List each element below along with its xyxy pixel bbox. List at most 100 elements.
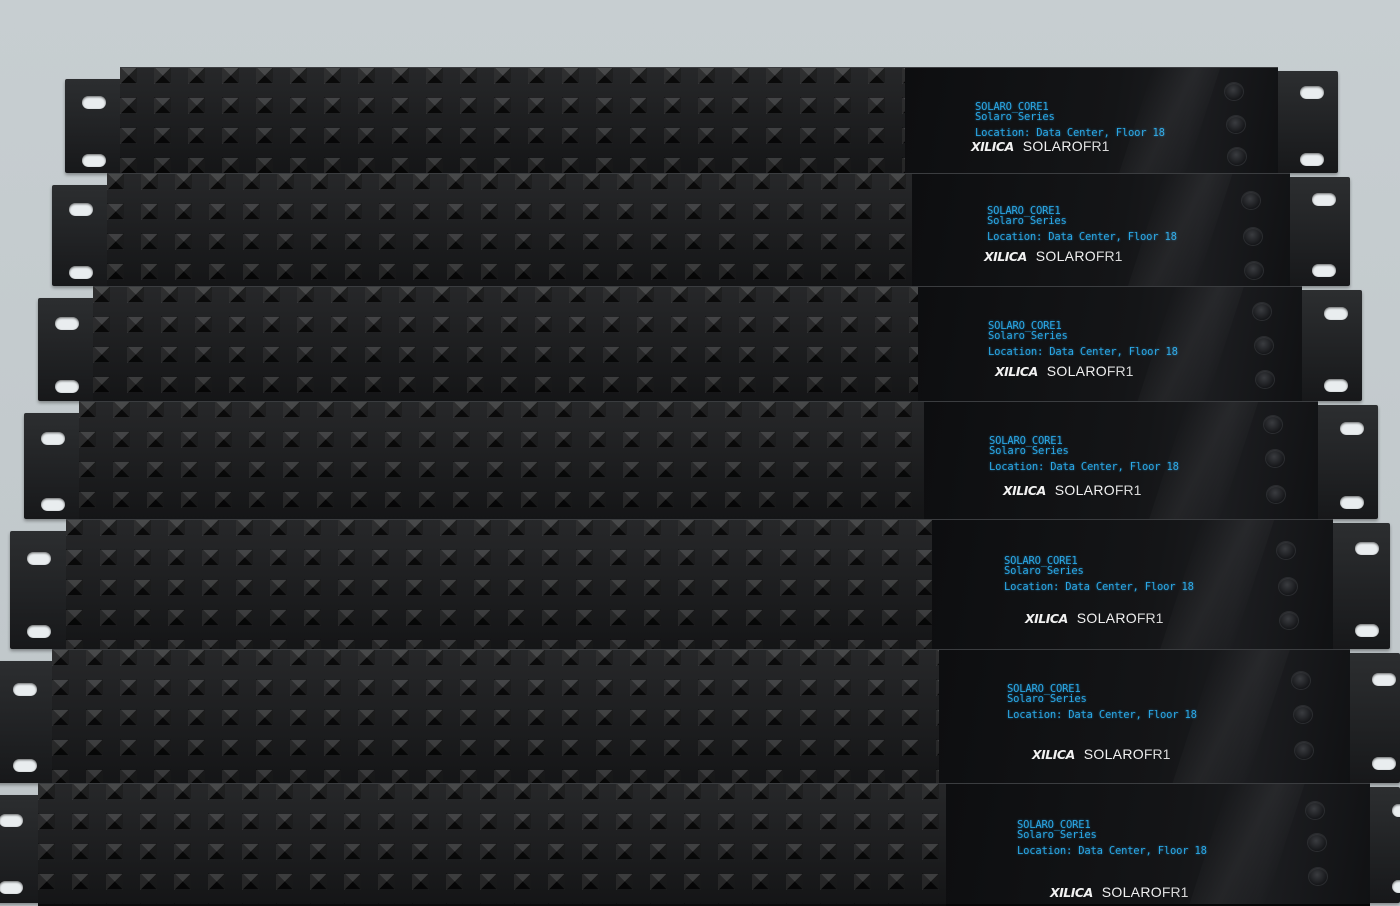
front-button-2[interactable] [1243, 228, 1262, 245]
front-button-1[interactable] [1264, 416, 1282, 433]
front-button-3[interactable] [1256, 371, 1274, 388]
device-series: Solaro Series [1017, 829, 1097, 841]
textured-faceplate [79, 401, 924, 522]
front-button-2[interactable] [1278, 578, 1297, 595]
model-name: SOLARO [1076, 610, 1137, 626]
mounting-hole-top [54, 316, 79, 330]
front-button-3[interactable] [1295, 742, 1313, 759]
brand-logo: XILICA [1003, 483, 1046, 498]
mounting-hole-top [1355, 541, 1379, 555]
model-name: SOLARO [1101, 884, 1162, 900]
device-display: SOLARO_CORE1 Solaro Series Location: Data … [987, 206, 1177, 243]
rack-ear-left [0, 661, 56, 783]
brand-row: XILICA SOLAROFR1 [971, 138, 1109, 156]
front-button-2[interactable] [1265, 450, 1284, 467]
brand-row: XILICA SOLAROFR1 [1032, 746, 1170, 764]
mounting-hole-bottom [40, 497, 65, 511]
rack-ear-right [1270, 71, 1338, 173]
device-series: Solaro Series [989, 445, 1069, 457]
rack-scene: SOLARO_CORE1 Solaro Series Location: Data … [0, 0, 1400, 906]
textured-faceplate [66, 519, 932, 652]
device-location: Location: Data Center, Floor 18 [987, 231, 1177, 243]
mounting-hole-bottom [1340, 496, 1364, 510]
front-button-1[interactable] [1277, 542, 1295, 559]
device-location: Location: Data Center, Floor 18 [988, 346, 1178, 358]
model-name: SOLARO [1022, 138, 1083, 154]
front-button-3[interactable] [1280, 612, 1298, 629]
display-panel: SOLARO_CORE1 Solaro Series Location: Data … [912, 173, 1290, 289]
textured-faceplate [93, 286, 918, 404]
mounting-hole-bottom [68, 265, 93, 279]
display-panel: SOLARO_CORE1 Solaro Series Location: Data … [918, 286, 1302, 404]
mounting-hole-top [26, 552, 51, 566]
device-display: SOLARO_CORE1 Solaro Series Location: Data … [1004, 556, 1194, 593]
rack-ear-left [38, 298, 97, 401]
mounting-hole-bottom [1300, 152, 1324, 166]
front-button-3[interactable] [1228, 148, 1246, 165]
brand-logo: XILICA [1025, 611, 1068, 626]
display-panel: SOLARO_CORE1 Solaro Series Location: Data … [905, 67, 1278, 176]
mounting-hole-bottom [1324, 378, 1348, 392]
model-name: SOLARO [1054, 482, 1115, 498]
front-button-2[interactable] [1307, 834, 1326, 851]
device-display: SOLARO_CORE1 Solaro Series Location: Data … [989, 436, 1179, 473]
textured-faceplate [38, 783, 946, 906]
front-button-3[interactable] [1309, 868, 1327, 885]
front-button-1[interactable] [1306, 802, 1324, 819]
front-button-1[interactable] [1242, 192, 1260, 209]
mounting-hole-top [40, 432, 65, 446]
display-panel: SOLARO_CORE1 Solaro Series Location: Data … [932, 519, 1333, 652]
front-button-1[interactable] [1292, 672, 1310, 689]
mounting-hole-bottom [1312, 264, 1336, 278]
rack-unit: SOLARO_CORE1 Solaro Series Location: Data … [0, 649, 1400, 786]
rack-unit: SOLARO_CORE1 Solaro Series Location: Data … [0, 173, 1400, 289]
front-button-1[interactable] [1225, 83, 1243, 100]
mounting-hole-top [12, 682, 37, 696]
rack-unit: SOLARO_CORE1 Solaro Series Location: Data … [0, 519, 1400, 652]
mounting-hole-top [1312, 193, 1336, 207]
rack-ear-right [1282, 177, 1350, 286]
front-button-2[interactable] [1254, 337, 1273, 354]
mounting-hole-top [1340, 422, 1364, 436]
device-location: Location: Data Center, Floor 18 [975, 127, 1165, 139]
device-location: Location: Data Center, Floor 18 [1007, 709, 1197, 721]
device-display: SOLARO_CORE1 Solaro Series Location: Data … [988, 321, 1178, 358]
front-button-2[interactable] [1293, 706, 1312, 723]
mounting-hole-bottom [1372, 757, 1396, 770]
rack-ear-left [10, 531, 70, 649]
rack-ear-right [1294, 290, 1362, 401]
device-display: SOLARO_CORE1 Solaro Series Location: Data … [1017, 820, 1207, 857]
device-series: Solaro Series [975, 111, 1055, 123]
model-suffix: FR1 [1095, 248, 1123, 264]
device-display: SOLARO_CORE1 Solaro Series Location: Data … [1007, 684, 1197, 721]
model-suffix: FR1 [1114, 482, 1142, 498]
front-button-1[interactable] [1253, 303, 1271, 320]
rack-ear-right [1342, 653, 1400, 783]
model-suffix: FR1 [1161, 884, 1189, 900]
mounting-hole-top [1372, 672, 1396, 686]
rack-ear-left [52, 185, 111, 286]
front-button-3[interactable] [1267, 486, 1285, 503]
model-name: SOLARO [1083, 746, 1144, 762]
rack-ear-left [0, 795, 42, 903]
front-button-3[interactable] [1245, 262, 1263, 279]
device-location: Location: Data Center, Floor 18 [1004, 581, 1194, 593]
display-panel: SOLARO_CORE1 Solaro Series Location: Data … [946, 783, 1370, 906]
mounting-hole-top [1300, 86, 1324, 100]
brand-row: XILICA SOLAROFR1 [995, 363, 1133, 381]
mounting-hole-top [81, 95, 106, 109]
mounting-hole-top [1324, 306, 1348, 320]
rack-unit: SOLARO_CORE1 Solaro Series Location: Data … [0, 67, 1400, 176]
device-location: Location: Data Center, Floor 18 [1017, 845, 1207, 857]
brand-row: XILICA SOLAROFR1 [1025, 610, 1163, 628]
device-series: Solaro Series [1004, 565, 1084, 577]
brand-logo: XILICA [1050, 885, 1093, 900]
display-panel: SOLARO_CORE1 Solaro Series Location: Data … [924, 401, 1318, 522]
mounting-hole-bottom [54, 380, 79, 394]
rack-ear-left [24, 413, 83, 519]
mounting-hole-bottom [1392, 879, 1400, 893]
mounting-hole-bottom [12, 758, 37, 772]
front-button-2[interactable] [1226, 116, 1245, 133]
textured-faceplate [120, 67, 905, 176]
mounting-hole-bottom [0, 881, 23, 895]
